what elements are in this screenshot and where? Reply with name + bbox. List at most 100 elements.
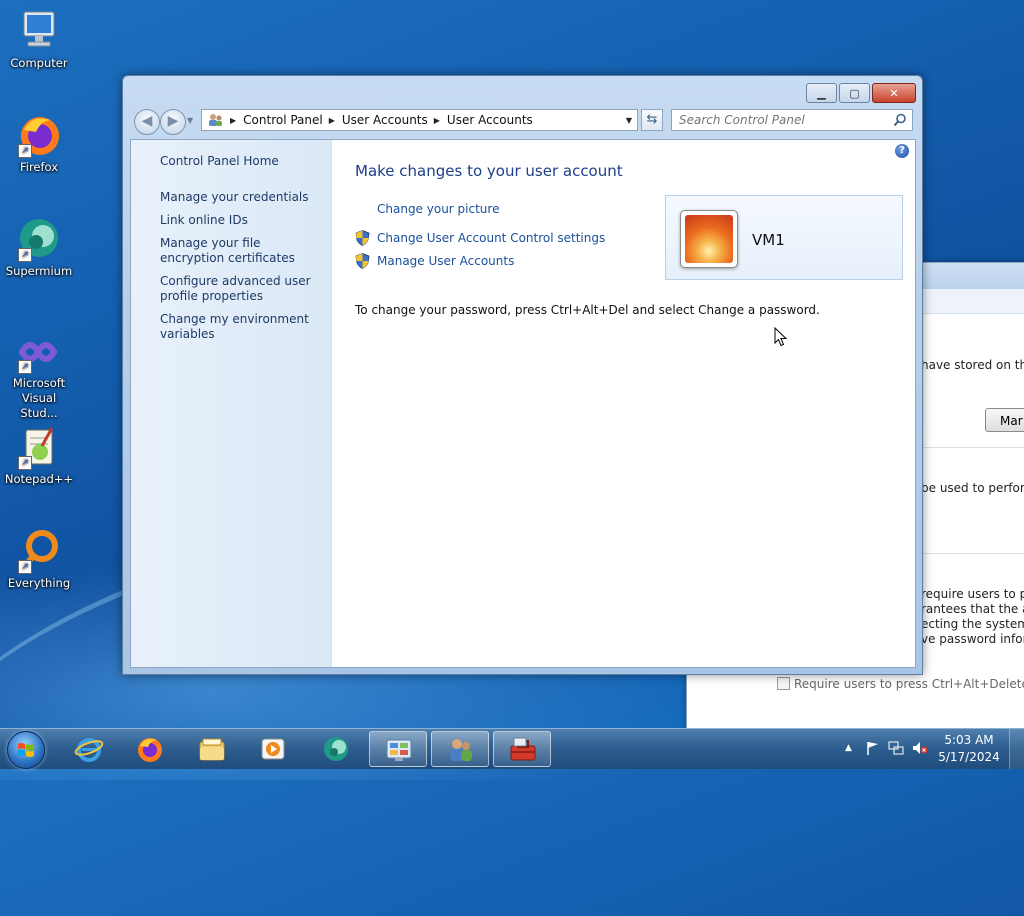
- desktop-icon-label: Computer: [10, 56, 68, 70]
- show-hidden-icons-icon[interactable]: ▲: [845, 743, 852, 753]
- main-pane: ? Make changes to your user account Chan…: [332, 140, 915, 667]
- computer-icon: [16, 8, 62, 54]
- change-picture-link[interactable]: Change your picture: [377, 202, 499, 216]
- address-bar[interactable]: ▶ Control Panel ▶ User Accounts ▶ User A…: [201, 109, 638, 131]
- content-area: Control Panel Home Manage your credentia…: [130, 139, 916, 668]
- desktop-icon-label: Notepad++: [4, 472, 74, 486]
- shortcut-arrow-icon: ↗: [18, 248, 32, 262]
- network-icon[interactable]: [888, 741, 904, 755]
- file-encryption-certificates-link[interactable]: Manage your file encryption certificates: [160, 236, 325, 266]
- refresh-button[interactable]: ⇆: [641, 109, 663, 131]
- control-panel-home-link[interactable]: Control Panel Home: [160, 154, 325, 169]
- visual-studio-icon: ↗: [16, 328, 62, 374]
- back-button[interactable]: ◀: [134, 109, 160, 135]
- system-tray: ▲ 5:03 AM 5/17/2024: [824, 729, 1024, 769]
- divider: [921, 553, 1024, 554]
- shortcut-arrow-icon: ↗: [18, 144, 32, 158]
- volume-muted-icon[interactable]: [912, 741, 928, 755]
- background-manage-button[interactable]: Mar: [985, 408, 1024, 432]
- environment-variables-link[interactable]: Change my environment variables: [160, 312, 325, 342]
- desktop-icon-visual-studio[interactable]: ↗ Microsoft Visual Stud...: [4, 328, 74, 421]
- account-picture: [680, 210, 738, 268]
- background-text-line: ecting the system fr: [921, 617, 1024, 631]
- desktop-icon-label: Supermium: [5, 264, 73, 278]
- search-box[interactable]: [671, 109, 913, 131]
- taskbar: ▲ 5:03 AM 5/17/2024: [0, 728, 1024, 769]
- ctrl-alt-delete-checkbox-row[interactable]: Require users to press Ctrl+Alt+Delete: [777, 677, 1024, 691]
- background-text-line: have stored on this: [921, 358, 1024, 372]
- desktop-icon-label: Everything: [7, 576, 71, 590]
- password-instructions: To change your password, press Ctrl+Alt+…: [355, 303, 820, 317]
- shortcut-arrow-icon: ↗: [18, 560, 32, 574]
- flower-picture-icon: [685, 215, 733, 263]
- taskbar-internet-explorer[interactable]: [60, 731, 118, 767]
- window-controls: ▁ ▢ ✕: [806, 83, 916, 103]
- start-button[interactable]: [7, 731, 45, 769]
- action-center-flag-icon[interactable]: [866, 741, 880, 755]
- breadcrumb-separator-icon: ▶: [230, 115, 237, 125]
- breadcrumb-separator-icon: ▶: [328, 115, 335, 125]
- firefox-icon: ↗: [16, 112, 62, 158]
- help-icon[interactable]: ?: [895, 144, 909, 158]
- search-input[interactable]: [672, 112, 881, 128]
- windows-logo-icon: [18, 743, 34, 757]
- ctrl-alt-delete-checkbox[interactable]: [777, 677, 790, 690]
- show-desktop-button[interactable]: [1009, 729, 1024, 769]
- toolbox-icon: [510, 737, 536, 761]
- taskbar-windows-explorer[interactable]: [183, 731, 241, 767]
- divider: [921, 447, 1024, 448]
- taskbar-control-panel[interactable]: [369, 731, 427, 767]
- manage-user-accounts-link[interactable]: Manage User Accounts: [377, 254, 514, 268]
- breadcrumb-control-panel[interactable]: Control Panel: [243, 113, 323, 127]
- shortcut-arrow-icon: ↗: [18, 456, 32, 470]
- desktop-icon-everything[interactable]: ↗ Everything: [4, 528, 74, 591]
- account-name: VM1: [752, 231, 785, 249]
- clock-time[interactable]: 5:03 AM: [936, 733, 1002, 747]
- taskbar-toolbox[interactable]: [493, 731, 551, 767]
- minimize-button[interactable]: ▁: [806, 83, 837, 103]
- forward-button[interactable]: ▶: [160, 109, 186, 135]
- desktop-icon-computer[interactable]: Computer: [4, 8, 74, 71]
- back-arrow-icon: ◀: [141, 113, 153, 129]
- address-dropdown-icon[interactable]: ▼: [626, 116, 632, 125]
- page-title: Make changes to your user account: [355, 162, 623, 180]
- uac-shield-icon: [355, 253, 370, 269]
- mouse-cursor-icon: [774, 327, 788, 347]
- recent-pages-dropdown[interactable]: ▼: [187, 116, 193, 125]
- desktop-icon-label: Microsoft Visual Stud...: [12, 376, 66, 420]
- breadcrumb-user-accounts[interactable]: User Accounts: [342, 113, 428, 127]
- taskbar-user-accounts[interactable]: [431, 731, 489, 767]
- desktop-icon-label: Firefox: [19, 160, 59, 174]
- media-player-icon: [261, 738, 285, 760]
- background-text-line: ve password inform: [921, 632, 1024, 646]
- maximize-button[interactable]: ▢: [839, 83, 870, 103]
- everything-search-icon: ↗: [16, 528, 62, 574]
- desktop-icon-notepad-plus-plus[interactable]: ↗ Notepad++: [4, 424, 74, 487]
- advanced-profile-properties-link[interactable]: Configure advanced user profile properti…: [160, 274, 325, 304]
- taskbar-media-player[interactable]: [244, 731, 302, 767]
- close-button[interactable]: ✕: [872, 83, 916, 103]
- windows-explorer-icon: [199, 738, 225, 761]
- search-icon[interactable]: [893, 113, 907, 127]
- forward-arrow-icon: ▶: [167, 113, 179, 129]
- breadcrumb-user-accounts-current[interactable]: User Accounts: [447, 113, 533, 127]
- control-panel-icon: [386, 739, 412, 761]
- internet-explorer-icon: [74, 738, 104, 762]
- manage-credentials-link[interactable]: Manage your credentials: [160, 190, 325, 205]
- background-text-line: rantees that the aut: [921, 602, 1024, 616]
- clock-date[interactable]: 5/17/2024: [936, 750, 1002, 764]
- account-card: VM1: [665, 195, 903, 280]
- notepad-plus-plus-icon: ↗: [16, 424, 62, 470]
- minimize-icon: ▁: [817, 86, 826, 100]
- uac-shield-icon: [355, 230, 370, 246]
- breadcrumb-separator-icon: ▶: [433, 115, 440, 125]
- shortcut-arrow-icon: ↗: [18, 360, 32, 374]
- desktop-icon-supermium[interactable]: ↗ Supermium: [4, 216, 74, 279]
- uac-settings-link[interactable]: Change User Account Control settings: [377, 231, 605, 245]
- taskbar-firefox[interactable]: [121, 731, 179, 767]
- desktop-icon-firefox[interactable]: ↗ Firefox: [4, 112, 74, 175]
- link-online-ids-link[interactable]: Link online IDs: [160, 213, 325, 228]
- user-accounts-window[interactable]: ▁ ▢ ✕ ◀ ▶ ▼ ▶ Control Panel ▶ User Accou…: [122, 75, 923, 675]
- user-accounts-small-icon: [209, 114, 222, 126]
- taskbar-supermium[interactable]: [307, 731, 365, 767]
